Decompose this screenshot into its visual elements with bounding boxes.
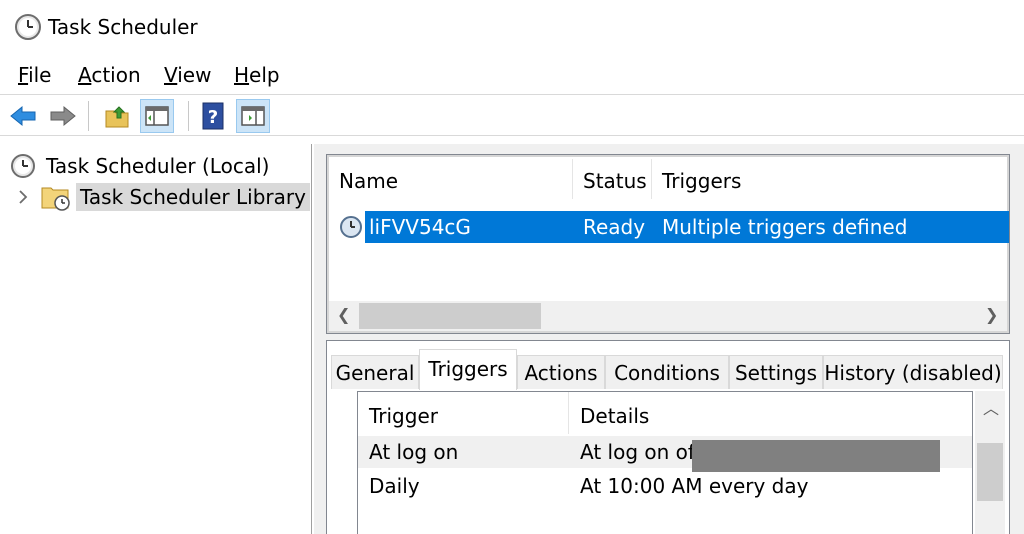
scroll-left-icon[interactable]: ❮ <box>337 305 350 324</box>
help-button[interactable]: ? <box>196 99 230 133</box>
task-name-cell: liFVV54cG <box>369 215 471 239</box>
window-title: Task Scheduler <box>48 15 198 39</box>
task-clock-icon <box>340 216 362 238</box>
tab-triggers[interactable]: Triggers <box>419 349 517 390</box>
chevron-right-icon[interactable] <box>16 187 30 207</box>
back-arrow-icon <box>10 105 36 127</box>
toolbar: ? <box>0 94 1024 136</box>
trigger-cell: At log on <box>369 440 459 464</box>
tree-item-label: Task Scheduler Library <box>76 183 310 211</box>
column-header-trigger[interactable]: Trigger <box>369 404 438 428</box>
back-button[interactable] <box>6 99 40 133</box>
details-cell: At 10:00 AM every day <box>580 474 809 498</box>
column-header-details[interactable]: Details <box>580 404 649 428</box>
svg-text:?: ? <box>208 107 218 128</box>
menu-action[interactable]: Action <box>78 63 141 87</box>
toolbar-separator <box>88 101 89 131</box>
task-status-cell: Ready <box>583 215 646 239</box>
column-divider[interactable] <box>568 392 569 434</box>
task-detail-panel: General Triggers Actions Conditions Sett… <box>326 340 1010 534</box>
forward-arrow-icon <box>50 105 76 127</box>
triggers-list: Trigger Details At log on At log on of D… <box>357 391 973 534</box>
show-hide-console-tree-button[interactable] <box>140 99 174 133</box>
tab-conditions[interactable]: Conditions <box>605 355 729 389</box>
forward-button[interactable] <box>46 99 80 133</box>
details-cell: At log on of <box>580 440 695 464</box>
results-pane: Name Status Triggers liFVV54cG Ready Mul… <box>314 144 1024 534</box>
toolbar-separator <box>188 101 189 131</box>
scroll-up-icon[interactable]: ︿ <box>983 395 999 419</box>
tree-item-library[interactable]: Task Scheduler Library <box>16 182 310 212</box>
trigger-cell: Daily <box>369 474 420 498</box>
up-one-level-button[interactable] <box>100 99 134 133</box>
horizontal-scrollbar[interactable]: ❮ ❯ <box>329 301 1007 331</box>
redacted-username <box>692 440 940 472</box>
clock-icon <box>15 14 41 40</box>
column-divider[interactable] <box>572 159 573 199</box>
show-hide-action-pane-icon <box>241 106 265 126</box>
show-hide-action-pane-button[interactable] <box>236 99 270 133</box>
scroll-right-icon[interactable]: ❯ <box>985 305 998 324</box>
tab-actions[interactable]: Actions <box>517 355 605 389</box>
tree-item-label: Task Scheduler (Local) <box>46 154 270 178</box>
column-header-triggers[interactable]: Triggers <box>662 169 741 193</box>
column-header-status[interactable]: Status <box>583 169 647 193</box>
tree-item-root[interactable]: Task Scheduler (Local) <box>10 152 273 180</box>
menu-help[interactable]: Help <box>234 63 280 87</box>
tab-general[interactable]: General <box>331 355 419 389</box>
scrollbar-thumb[interactable] <box>977 443 1003 501</box>
scrollbar-thumb[interactable] <box>359 303 541 329</box>
folder-clock-icon <box>41 187 70 211</box>
help-icon: ? <box>202 102 224 130</box>
column-divider[interactable] <box>651 159 652 199</box>
tab-settings[interactable]: Settings <box>729 355 823 389</box>
title-bar: Task Scheduler <box>0 0 1024 56</box>
menu-bar: File Action View Help <box>0 58 1024 92</box>
clock-icon <box>11 154 35 178</box>
task-triggers-cell: Multiple triggers defined <box>662 215 908 239</box>
tab-history[interactable]: History (disabled) <box>823 355 1003 389</box>
task-list: Name Status Triggers liFVV54cG Ready Mul… <box>326 154 1010 334</box>
menu-view[interactable]: View <box>164 63 211 87</box>
detail-tabs: General Triggers Actions Conditions Sett… <box>331 349 1007 390</box>
folder-up-icon <box>105 106 129 128</box>
column-header-name[interactable]: Name <box>339 169 398 193</box>
console-tree: Task Scheduler (Local) Task Scheduler Li… <box>0 144 312 534</box>
show-hide-console-tree-icon <box>145 106 169 126</box>
vertical-scrollbar[interactable]: ︿ <box>975 391 1005 534</box>
menu-file[interactable]: File <box>18 63 51 87</box>
